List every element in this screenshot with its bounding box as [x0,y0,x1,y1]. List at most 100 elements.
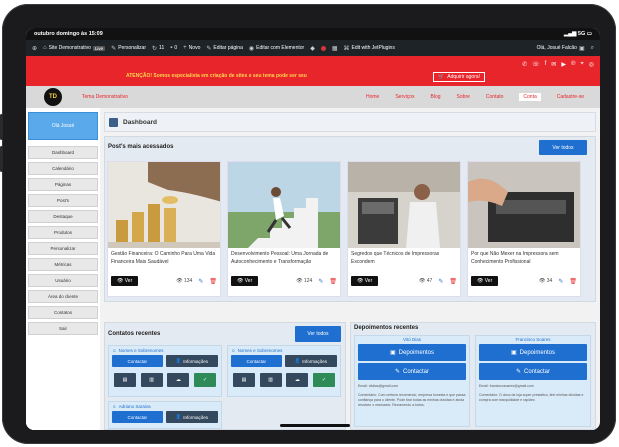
whatsapp-icon[interactable]: ✆ [522,61,527,68]
testimonials-button[interactable]: ▣ Depoimentos [358,344,466,361]
nav-cadastre[interactable]: Cadastre-se [557,94,584,101]
sidebar-item-calendario[interactable]: Calendário [28,162,98,175]
chat-icon[interactable]: ☁ [167,373,190,387]
phone-icon[interactable]: ☏ [532,61,540,68]
record-icon[interactable] [320,45,326,51]
contact-button[interactable]: ✎ Contactar [479,363,587,380]
post-card[interactable]: Gestão Financeira: O Caminho Para Uma Vi… [107,161,221,297]
site-name-link[interactable]: ⌂ Site Demonstrativo Live [43,45,106,51]
testimonials-button[interactable]: ▣ Depoimentos [479,344,587,361]
updates-link[interactable]: ↻ 11 [152,45,164,52]
youtube-icon[interactable]: ▶ [561,61,566,68]
edit-icon[interactable]: ✎ [558,278,563,285]
contact-button[interactable]: ✎ Contactar [358,363,466,380]
post-view-button[interactable]: 👁 Ver [231,276,259,286]
dashboard-icon [109,117,118,127]
sidebar-item-personalizar[interactable]: Personalizar [28,242,98,255]
sidebar-item-posts[interactable]: Post's [28,194,98,207]
customize-link[interactable]: ✎ Personalizar [111,45,146,52]
sidebar-item-area-cliente[interactable]: Área do cliente [28,290,98,303]
post-title[interactable]: Desenvolvimento Pessoal: Uma Jornada de … [228,248,340,268]
nav-home[interactable]: Home [366,94,379,101]
map-pin-icon[interactable]: ⌖ [580,61,583,68]
pinterest-icon[interactable]: ℗ [571,61,575,68]
site-brand[interactable]: Tema Demonstrativo [82,94,128,100]
sidebar-item-paginas[interactable]: Páginas [28,178,98,191]
recent-testimonials-section: Depoimentos recentes Vitó Dias ▣ Depoimen… [350,322,596,430]
testimonial-card: Francisco Soares ▣ Depoimentos ✎ Contactar… [475,335,591,427]
post-title[interactable]: Por que Não Mexer na Impressora sem Conh… [468,248,580,268]
trash-icon[interactable]: 🗑 [209,278,217,285]
posts-view-all-button[interactable]: Ver todos [539,140,587,155]
post-image-stairs [228,162,340,248]
site-logo[interactable]: TD [44,88,62,106]
trash-icon[interactable]: 🗑 [569,278,577,285]
post-card[interactable]: Desenvolvimento Pessoal: Uma Jornada de … [227,161,341,297]
info-button[interactable]: 👤 Informações [165,411,218,423]
edit-icon[interactable]: ✎ [438,278,443,285]
print-icon[interactable]: ▤ [114,373,136,387]
diamond-icon[interactable]: ◆ [310,45,315,52]
edit-icon[interactable]: ✎ [198,278,203,285]
contact-name: ☺ Adriano Saraiva [112,404,151,409]
info-button[interactable]: 👤 Informações [284,355,337,367]
elementor-link[interactable]: ◉ Editar com Elementor [249,45,304,52]
document-icon[interactable]: ▥ [140,373,163,387]
post-card[interactable]: Segredos que Técnicos de Impressoras Esc… [347,161,461,297]
trash-icon[interactable]: 🗑 [449,278,457,285]
comments-link[interactable]: ▪ 0 [170,45,177,51]
check-icon[interactable]: ✓ [312,373,335,387]
trash-icon[interactable]: 🗑 [329,278,337,285]
user-greeting[interactable]: Olá, Josué Falcão ▣ [537,45,585,52]
nav-contato[interactable]: Contato [486,94,504,101]
sidebar-item-destaque[interactable]: Destaque [28,210,98,223]
nav-sobre[interactable]: Sobre [457,94,470,101]
print-icon[interactable]: ▤ [233,373,255,387]
grid-icon[interactable]: ▦ [332,45,338,52]
nav-servicos[interactable]: Serviços [395,94,414,101]
contact-button[interactable]: Contactar [112,355,163,367]
chat-icon[interactable]: ☁ [286,373,309,387]
edit-icon[interactable]: ✎ [318,278,323,285]
edit-icon: ✎ [394,369,400,375]
nav-conta[interactable]: Conta [519,93,541,101]
recent-contacts-title: Contatos recentes [108,331,161,337]
post-view-button[interactable]: 👁 Ver [111,276,139,286]
buy-now-button[interactable]: 🛒 Adquirir agora! [433,72,486,82]
new-link[interactable]: + Novo [183,45,200,51]
sidebar-item-usuario[interactable]: Usuário [28,274,98,287]
home-indicator[interactable] [280,424,350,427]
user-info-icon: 👤 [175,358,182,363]
post-title[interactable]: Gestão Financeira: O Caminho Para Uma Vi… [108,248,220,268]
edit-page-link[interactable]: ✎ Editar página [206,45,243,52]
facebook-icon[interactable]: f [545,61,547,68]
status-network: ▂▄▆ 5G ▭ [564,31,592,37]
chat-icon: ▣ [389,350,396,356]
top-posts-title: Post's mais acessados [108,144,174,150]
nav-blog[interactable]: Blog [431,94,441,101]
testimonial-card: Vitó Dias ▣ Depoimentos ✎ Contactar Email:… [354,335,470,427]
check-icon[interactable]: ✓ [193,373,216,387]
sidebar-item-dashboard[interactable]: Dashboard [28,146,98,159]
sidebar-item-contatos[interactable]: Contatos [28,306,98,319]
document-icon[interactable]: ▥ [259,373,282,387]
search-icon[interactable]: ⌕ [591,45,594,52]
contact-button[interactable]: Contactar [112,411,163,423]
recent-testimonials-title: Depoimentos recentes [354,325,419,331]
post-card[interactable]: Por que Não Mexer na Impressora sem Conh… [467,161,581,297]
instagram-icon[interactable]: ◎ [589,61,594,68]
post-view-button[interactable]: 👁 Ver [471,276,499,286]
dashboard-main: Dashboard Post's mais acessados Ver todo… [104,112,596,430]
jetplugins-link[interactable]: ⌘ Edit with JetPlugins [343,45,394,52]
post-view-button[interactable]: 👁 Ver [351,276,379,286]
mail-icon[interactable]: ✉ [551,61,556,68]
sidebar-item-produtos[interactable]: Produtos [28,226,98,239]
wp-logo-icon[interactable]: ⊕ [32,45,37,52]
contacts-view-all-button[interactable]: Ver todos [295,326,341,342]
sidebar-item-metricas[interactable]: Métricas [28,258,98,271]
contact-button[interactable]: Contactar [231,355,282,367]
views-count: 👁 134 [176,278,193,284]
sidebar-item-sair[interactable]: Sair [28,322,98,335]
post-title[interactable]: Segredos que Técnicos de Impressoras Esc… [348,248,460,268]
info-button[interactable]: 👤 Informações [165,355,218,367]
